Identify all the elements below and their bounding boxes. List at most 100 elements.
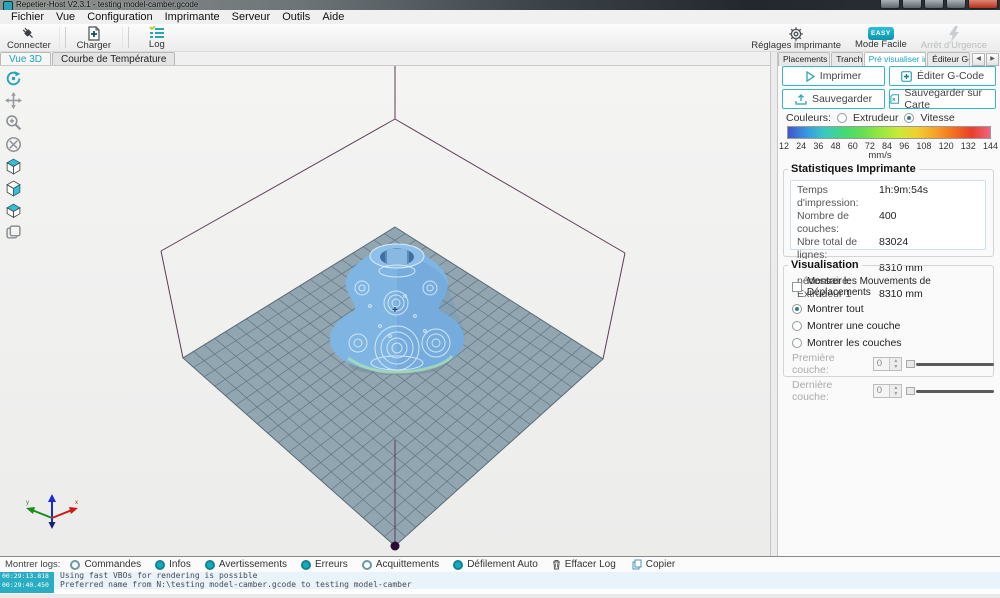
save-to-sd-button[interactable]: Sauvegarder sur Carte	[889, 87, 996, 111]
toggle-defilement-auto[interactable]: Défilement Auto	[453, 559, 538, 570]
connect-button[interactable]: Connecter	[0, 24, 58, 51]
export-icon	[795, 93, 807, 105]
toggle-dot-icon	[453, 559, 464, 570]
top-view-icon[interactable]	[1, 200, 25, 221]
show-travel-moves-label[interactable]: Montrer les Mouvements de Déplacements	[807, 276, 993, 298]
log-list-icon	[148, 26, 165, 40]
front-view-icon[interactable]	[1, 178, 25, 199]
window-title: Repetier-Host V2.3.1 - testing model-cam…	[16, 0, 199, 9]
speed-scale-unit: mm/s	[868, 150, 892, 161]
menu-vue[interactable]: Vue	[50, 10, 81, 24]
bed-corner-dot	[390, 541, 400, 551]
last-layer-label: Dernière couche:	[792, 379, 833, 403]
emergency-stop-button: Arrêt d'Urgence	[914, 24, 994, 51]
log-output[interactable]: 00:29:13.818 Using fast VBOs for renderi…	[0, 571, 1000, 589]
tab-scroll-right-icon[interactable]: ▶	[986, 53, 1000, 66]
menu-serveur[interactable]: Serveur	[226, 10, 277, 24]
tab-previsualiser-impression[interactable]: Pré visualiser impression	[863, 52, 927, 66]
copy-button[interactable]: Copier	[632, 559, 675, 570]
toggle-erreurs[interactable]: Erreurs	[301, 559, 348, 570]
menu-fichier[interactable]: Fichier	[5, 10, 50, 24]
show-layer-range-label[interactable]: Montrer les couches	[807, 337, 902, 349]
sd-card-icon	[890, 94, 900, 104]
right-panel: Placements d'objets Trancheur Pré visual…	[778, 52, 1000, 556]
menu-outils[interactable]: Outils	[276, 10, 316, 24]
tab-placements-objets[interactable]: Placements d'objets	[778, 52, 831, 66]
rotate-view-icon[interactable]	[1, 68, 25, 89]
lightning-icon	[948, 25, 960, 42]
log-timestamp: 00:29:40.450	[0, 580, 54, 589]
last-layer-spinner[interactable]: 0 ▲ ▼	[872, 384, 903, 398]
extruder-radio[interactable]	[836, 113, 847, 123]
extruder-radio-label[interactable]: Extrudeur	[853, 112, 899, 124]
close-button[interactable]	[968, 0, 998, 9]
menu-aide[interactable]: Aide	[316, 10, 350, 24]
load-file-icon	[87, 26, 101, 41]
tab-editeur-gcode[interactable]: Éditeur G-Code	[927, 52, 971, 66]
log-entry: 00:29:40.450 Preferred name from N:\test…	[0, 579, 1000, 589]
load-button[interactable]: Charger	[67, 24, 121, 51]
toggle-infos[interactable]: Infos	[155, 559, 191, 570]
move-viewport-icon[interactable]	[1, 134, 25, 155]
visualization-title: Visualisation	[788, 259, 862, 271]
menu-configuration[interactable]: Configuration	[81, 10, 158, 24]
title-bar: Repetier-Host V2.3.1 - testing model-cam…	[0, 0, 1000, 10]
stat-row: Nombre de couches: 400	[797, 210, 897, 235]
trash-icon	[552, 560, 560, 570]
edit-plus-icon	[901, 70, 912, 82]
log-button[interactable]: Log	[130, 24, 184, 51]
speed-radio[interactable]	[904, 113, 915, 123]
toggle-views-icon[interactable]	[1, 222, 25, 243]
log-toolbar: Montrer logs: Commandes Infos Avertissem…	[0, 556, 1000, 572]
panel-splitter[interactable]	[770, 52, 778, 556]
toggle-commandes[interactable]: Commandes	[70, 559, 141, 570]
save-button[interactable]: Sauvegarder	[782, 89, 885, 109]
move-view-icon[interactable]	[1, 90, 25, 111]
play-icon	[806, 70, 815, 82]
log-message: Preferred name from N:\testing model-cam…	[60, 579, 412, 589]
toggle-avertissements[interactable]: Avertissements	[204, 559, 287, 570]
tab-scroll-left-icon[interactable]: ◀	[972, 53, 986, 66]
easy-mode-button[interactable]: EASY Mode Facile	[848, 24, 914, 51]
minimize-button[interactable]	[924, 0, 944, 9]
edit-gcode-button[interactable]: Éditer G-Code	[889, 66, 996, 86]
toggle-acquittements[interactable]: Acquittements	[361, 559, 439, 570]
show-layer-range-radio[interactable]	[792, 338, 802, 348]
toolbar-separator	[58, 27, 66, 48]
menu-imprimante[interactable]: Imprimante	[159, 10, 226, 24]
viewport-3d[interactable]: y x	[0, 65, 770, 556]
toggle-dot-icon	[301, 559, 312, 570]
last-layer-slider[interactable]	[906, 386, 995, 396]
log-timestamp: 00:29:13.818	[0, 572, 54, 581]
svg-text:x: x	[75, 500, 78, 506]
printer-settings-button[interactable]: Réglages imprimante	[744, 24, 848, 51]
show-one-layer-label[interactable]: Montrer une couche	[807, 320, 900, 332]
first-layer-label: Première couche:	[792, 352, 835, 376]
clear-log-button[interactable]: Effacer Log	[552, 559, 616, 570]
repetier-host-window: Repetier-Host V2.3.1 - testing model-cam…	[0, 0, 1000, 598]
zoom-view-icon[interactable]	[1, 112, 25, 133]
show-one-layer-radio[interactable]	[792, 321, 802, 331]
tab-trancheur[interactable]: Trancheur	[831, 52, 863, 66]
show-travel-moves-checkbox[interactable]	[792, 282, 802, 292]
print-bed-scene: y x	[26, 66, 626, 551]
copy-icon	[632, 559, 642, 570]
first-layer-spinner[interactable]: 0 ▲ ▼	[872, 357, 903, 371]
statistics-title: Statistiques Imprimante	[788, 163, 919, 175]
toggle-dot-icon	[204, 559, 215, 570]
tab-courbe-temperature[interactable]: Courbe de Température	[51, 52, 176, 65]
tab-vue-3d[interactable]: Vue 3D	[0, 52, 51, 65]
titlebar-extra-button-2[interactable]	[902, 0, 922, 9]
isometric-view-icon[interactable]	[1, 156, 25, 177]
view-tab-row: Vue 3D Courbe de Température	[0, 52, 770, 65]
axis-indicator: y x	[26, 494, 78, 529]
print-button[interactable]: Imprimer	[782, 66, 885, 86]
show-all-radio[interactable]	[792, 304, 802, 314]
toggle-dot-icon	[70, 559, 81, 570]
speed-radio-label[interactable]: Vitesse	[920, 112, 954, 124]
first-layer-slider[interactable]	[906, 359, 995, 369]
stat-row: Temps d'impression: 1h:9m:54s	[797, 184, 929, 209]
show-all-label[interactable]: Montrer tout	[807, 303, 864, 315]
titlebar-extra-button-1[interactable]	[880, 0, 900, 9]
maximize-button[interactable]	[946, 0, 966, 9]
